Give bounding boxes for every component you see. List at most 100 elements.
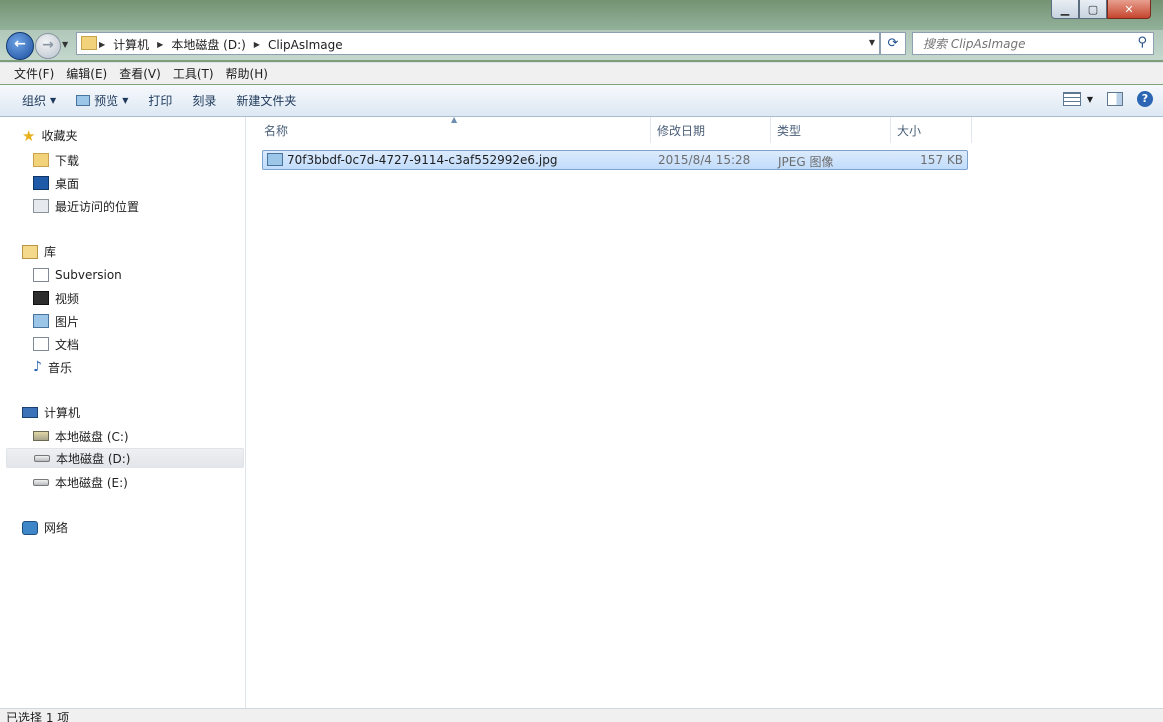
file-size: 157 KB — [920, 153, 963, 167]
nav-item-drive-e[interactable]: 本地磁盘 (E:) — [33, 472, 128, 492]
navigation-pane: ★ 收藏夹 下载 桌面 最近访问的位置 库 Subversion 视频 图片 文… — [0, 117, 246, 708]
menu-file[interactable]: 文件(F) — [8, 65, 60, 82]
nav-libraries-label: 库 — [44, 245, 57, 259]
search-icon[interactable]: ⚲ — [1137, 35, 1147, 50]
file-row[interactable]: 70f3bbdf-0c7d-4727-9114-c3af552992e6.jpg… — [262, 150, 968, 170]
column-header-label: 大小 — [897, 123, 922, 138]
preview-label: 预览 — [94, 94, 119, 108]
minimize-button[interactable]: ▁ — [1051, 0, 1079, 19]
new-folder-label: 新建文件夹 — [236, 94, 297, 108]
nav-item-drive-c[interactable]: 本地磁盘 (C:) — [33, 426, 129, 446]
column-header-label: 类型 — [777, 123, 802, 138]
menu-edit[interactable]: 编辑(E) — [60, 65, 113, 82]
jpeg-image-icon — [267, 153, 283, 166]
search-input[interactable] — [921, 33, 1125, 54]
drive-icon — [34, 454, 50, 462]
search-box[interactable]: ⚲ — [912, 32, 1154, 55]
nav-favorites[interactable]: ★ 收藏夹 — [22, 127, 77, 144]
nav-item-recent-places[interactable]: 最近访问的位置 — [33, 196, 139, 216]
change-view-button[interactable]: ▼ — [1062, 92, 1093, 106]
nav-favorites-label: 收藏夹 — [41, 129, 78, 143]
address-bar[interactable]: ▶ 计算机 ▶ 本地磁盘 (D:) ▶ ClipAsImage ▼ — [76, 32, 880, 55]
drive-icon — [33, 478, 49, 486]
nav-item-music[interactable]: ♪ 音乐 — [33, 357, 72, 377]
video-icon — [33, 291, 49, 305]
nav-item-label: 音乐 — [47, 360, 72, 375]
chevron-right-icon[interactable]: ▶ — [157, 40, 163, 49]
address-dropdown-icon[interactable]: ▼ — [869, 38, 875, 47]
caption-buttons: ▁ ▢ ✕ — [1051, 0, 1151, 19]
system-drive-icon — [33, 431, 49, 441]
print-button[interactable]: 打印 — [138, 92, 182, 109]
chevron-right-icon[interactable]: ▶ — [254, 40, 260, 49]
command-bar: 组织 ▼ 预览 ▼ 打印 刻录 新建文件夹 ▼ ? — [0, 85, 1163, 117]
breadcrumb-computer[interactable]: 计算机 — [113, 36, 149, 53]
file-modified: 2015/8/4 15:28 — [658, 153, 751, 167]
nav-item-pictures[interactable]: 图片 — [33, 311, 79, 331]
nav-item-videos[interactable]: 视频 — [33, 288, 79, 308]
breadcrumb-drive-d[interactable]: 本地磁盘 (D:) — [171, 36, 245, 53]
nav-item-label: 本地磁盘 (D:) — [56, 451, 131, 466]
file-list: 名称 ▲ 修改日期 类型 大小 70f3bbdf-0c7d-4727-9114-… — [247, 115, 1163, 708]
print-label: 打印 — [148, 94, 173, 108]
nav-item-label: 本地磁盘 (C:) — [55, 429, 129, 444]
file-name: 70f3bbdf-0c7d-4727-9114-c3af552992e6.jpg — [287, 153, 558, 167]
history-dropdown-icon[interactable]: ▼ — [62, 40, 68, 49]
column-header-size[interactable]: 大小 — [891, 117, 972, 143]
view-controls: ▼ ? — [1062, 91, 1153, 107]
menu-help[interactable]: 帮助(H) — [220, 65, 274, 82]
computer-icon — [22, 407, 38, 418]
breadcrumb: ▶ 计算机 ▶ 本地磁盘 (D:) ▶ ClipAsImage — [99, 36, 343, 53]
explorer-body: ★ 收藏夹 下载 桌面 最近访问的位置 库 Subversion 视频 图片 文… — [0, 115, 1163, 708]
recent-places-icon — [33, 199, 49, 213]
nav-item-desktop[interactable]: 桌面 — [33, 173, 79, 193]
star-icon: ★ — [22, 126, 36, 145]
organize-label: 组织 — [22, 94, 47, 108]
nav-item-documents[interactable]: 文档 — [33, 334, 79, 354]
preview-pane-icon[interactable] — [1107, 92, 1123, 106]
desktop-icon — [33, 176, 49, 190]
nav-item-drive-d[interactable]: 本地磁盘 (D:) — [6, 448, 244, 468]
nav-libraries[interactable]: 库 — [22, 243, 56, 260]
folder-icon — [81, 36, 97, 50]
nav-computer[interactable]: 计算机 — [22, 404, 80, 421]
nav-item-subversion[interactable]: Subversion — [33, 265, 122, 285]
status-text: 已选择 1 项 — [6, 711, 70, 722]
organize-button[interactable]: 组织 ▼ — [12, 92, 66, 109]
new-folder-button[interactable]: 新建文件夹 — [226, 92, 306, 109]
downloads-folder-icon — [33, 153, 49, 167]
nav-item-label: 桌面 — [55, 176, 80, 191]
nav-network[interactable]: 网络 — [22, 519, 68, 536]
chevron-down-icon: ▼ — [50, 96, 57, 105]
nav-item-label: Subversion — [55, 268, 122, 282]
forward-button[interactable]: → — [35, 33, 61, 59]
chevron-down-icon: ▼ — [122, 96, 129, 105]
burn-button[interactable]: 刻录 — [182, 92, 226, 109]
explorer-window: ▁ ▢ ✕ ← → ▼ ▶ 计算机 ▶ 本地磁盘 (D:) ▶ ClipAsIm… — [0, 0, 1163, 722]
nav-item-label: 视频 — [55, 291, 80, 306]
column-header-label: 修改日期 — [657, 123, 706, 138]
list-view-icon — [1062, 92, 1081, 106]
network-icon — [22, 520, 38, 535]
back-button[interactable]: ← — [6, 32, 34, 60]
chevron-right-icon[interactable]: ▶ — [99, 40, 105, 49]
back-arrow-icon: ← — [14, 36, 26, 52]
menu-tools[interactable]: 工具(T) — [167, 65, 220, 82]
breadcrumb-clipasimage[interactable]: ClipAsImage — [268, 38, 343, 52]
nav-item-downloads[interactable]: 下载 — [33, 150, 79, 170]
document-icon — [33, 337, 49, 351]
help-icon[interactable]: ? — [1137, 91, 1153, 107]
column-header-date[interactable]: 修改日期 — [651, 117, 771, 143]
forward-arrow-icon: → — [42, 37, 54, 53]
file-type: JPEG 图像 — [778, 155, 834, 169]
close-button[interactable]: ✕ — [1107, 0, 1151, 19]
preview-button[interactable]: 预览 ▼ — [66, 92, 138, 109]
menu-view[interactable]: 查看(V) — [113, 65, 167, 82]
nav-computer-label: 计算机 — [44, 406, 81, 420]
sort-arrow-icon: ▲ — [451, 115, 458, 124]
refresh-button[interactable]: ⟳ — [880, 32, 906, 55]
column-header-type[interactable]: 类型 — [771, 117, 891, 143]
nav-item-label: 文档 — [55, 337, 80, 352]
maximize-button[interactable]: ▢ — [1079, 0, 1107, 19]
nav-item-label: 最近访问的位置 — [55, 199, 140, 214]
